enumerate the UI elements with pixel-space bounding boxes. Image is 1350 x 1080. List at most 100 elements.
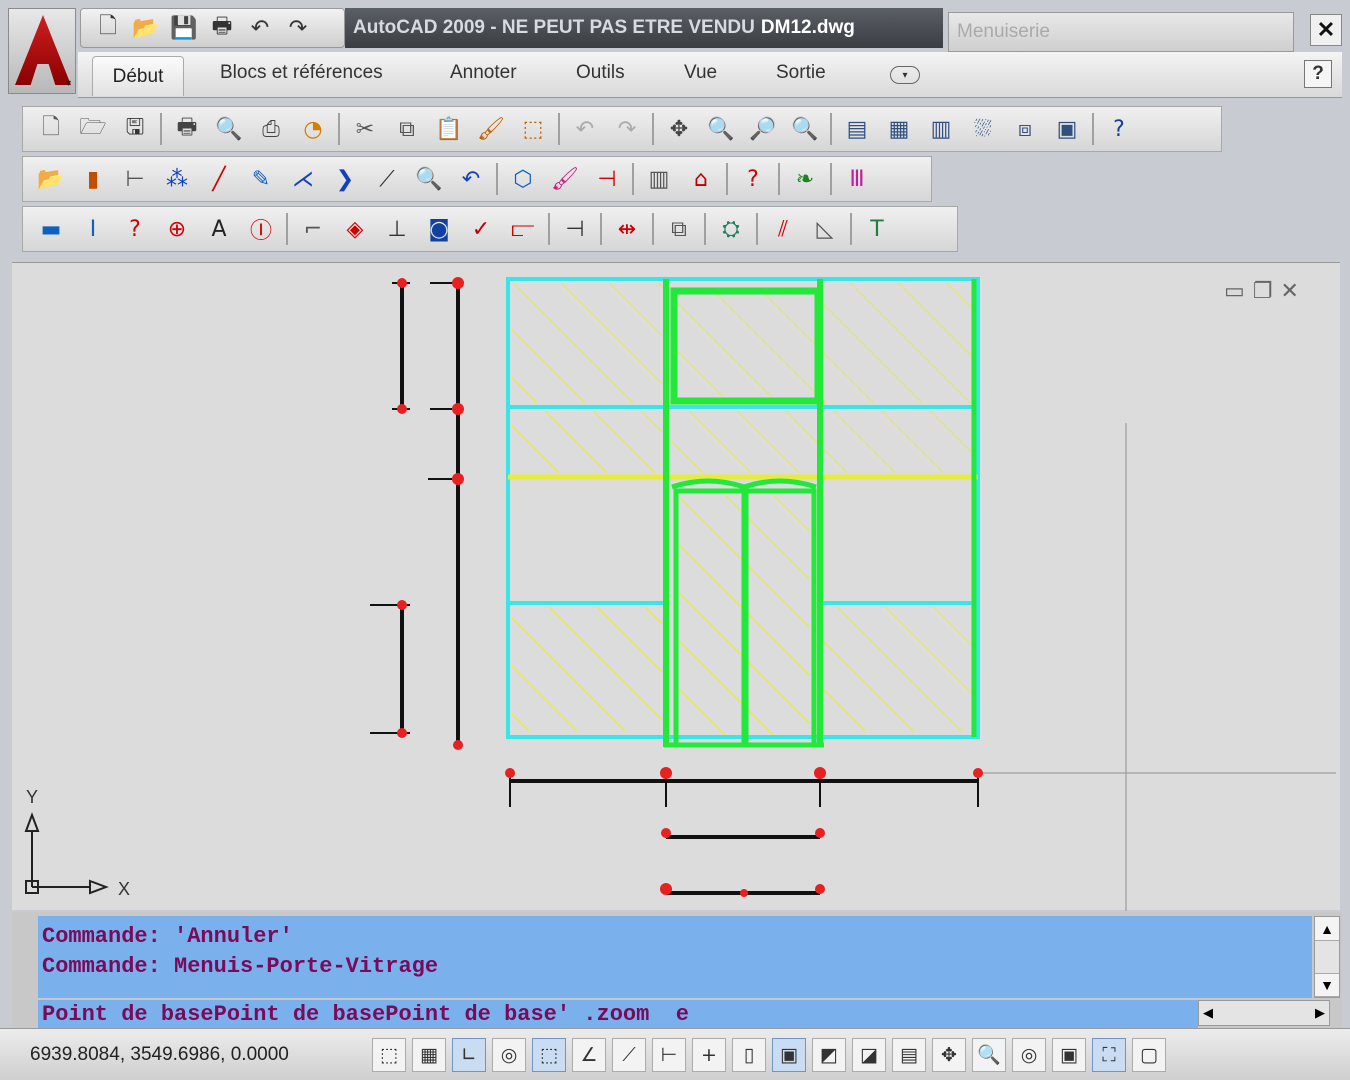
tab-blocs-references[interactable]: Blocs et références [220, 62, 383, 84]
markup-icon[interactable]: ⧈ [1005, 110, 1045, 148]
layout2-button[interactable]: ◪ [852, 1037, 886, 1072]
tag-icon[interactable]: ◙ [419, 210, 459, 248]
help-button[interactable]: ? [1304, 60, 1332, 88]
zoom-window-icon[interactable]: 🔎 [743, 110, 783, 148]
command-input[interactable]: Point de basePoint de basePoint de base'… [38, 1000, 1198, 1028]
showmotion-button[interactable]: ▣ [1052, 1037, 1086, 1072]
corner-icon[interactable]: ⌐ [293, 210, 333, 248]
open-folder-icon[interactable]: 📂 [31, 160, 71, 198]
redo-icon[interactable]: ↷ [607, 110, 647, 148]
rotate-icon[interactable]: ↶ [451, 160, 491, 198]
cut-icon[interactable]: ✂ [345, 110, 385, 148]
frame-icon[interactable]: ▥ [639, 160, 679, 198]
close-button[interactable]: ✕ [1310, 14, 1342, 46]
new-icon[interactable]: 🗋 [91, 13, 125, 43]
close-drawing-icon[interactable]: ✕ [1281, 279, 1299, 304]
undo-icon[interactable]: ↶ [565, 110, 605, 148]
print-icon[interactable]: 🖶 [205, 13, 239, 43]
pan-button[interactable]: ✥ [932, 1037, 966, 1072]
coordinate-readout[interactable]: 6939.8084, 3549.6986, 0.0000 [0, 1044, 372, 1066]
open-icon[interactable]: 🗁 [73, 110, 113, 148]
layout-button[interactable]: ◩ [812, 1037, 846, 1072]
3d-osnap-button[interactable]: ∠ [572, 1037, 606, 1072]
tab-debut[interactable]: Début [92, 56, 184, 96]
t-profile-icon[interactable]: T [857, 210, 897, 248]
nodes-icon[interactable]: ⁂ [157, 160, 197, 198]
check-edit-icon[interactable]: ✓ [461, 210, 501, 248]
publish-icon[interactable]: ⎙ [251, 110, 291, 148]
insert-icon[interactable]: ⊣ [555, 210, 595, 248]
export-icon[interactable]: ⛭ [711, 210, 751, 248]
application-menu-button[interactable]: ▾ [8, 8, 76, 94]
3d-dwf-icon[interactable]: ◔ [293, 110, 333, 148]
split-icon[interactable]: ⇹ [607, 210, 647, 248]
properties-icon[interactable]: ▤ [837, 110, 877, 148]
model-button[interactable]: ▣ [772, 1037, 806, 1072]
angle-icon[interactable]: ⋌ [283, 160, 323, 198]
zoom-button[interactable]: 🔍 [972, 1037, 1006, 1072]
door-icon[interactable]: ⫽ [763, 210, 803, 248]
ducs-button[interactable]: ⊢ [652, 1037, 686, 1072]
wood-panel-icon[interactable]: ▮ [73, 160, 113, 198]
plot-preview-icon[interactable]: 🔍 [209, 110, 249, 148]
tool-palettes-icon[interactable]: ▥ [921, 110, 961, 148]
pan-icon[interactable]: ✥ [659, 110, 699, 148]
command-vertical-scrollbar[interactable]: ▲ ▼ [1314, 916, 1340, 998]
restore-icon[interactable]: ❐ [1253, 279, 1273, 304]
tab-sortie[interactable]: Sortie [776, 62, 826, 84]
grid-button[interactable]: ▦ [412, 1037, 446, 1072]
target-icon[interactable]: ⊕ [157, 210, 197, 248]
copy-pages-icon[interactable]: ⧉ [659, 210, 699, 248]
workspace-selector[interactable]: Menuiserie [948, 12, 1294, 52]
text-icon[interactable]: A [199, 210, 239, 248]
group-icon[interactable]: ⬡ [503, 160, 543, 198]
fullscreen-button[interactable]: ▢ [1132, 1037, 1166, 1072]
paste-icon[interactable]: 📋 [429, 110, 469, 148]
zoom-previous-icon[interactable]: 🔍 [785, 110, 825, 148]
tab-vue[interactable]: Vue [684, 62, 717, 84]
diamond-icon[interactable]: ◈ [335, 210, 375, 248]
undo-icon[interactable]: ↶ [243, 13, 277, 43]
tab-annoter[interactable]: Annoter [450, 62, 517, 84]
polar-button[interactable]: ◎ [492, 1037, 526, 1072]
annotation-button[interactable]: ⛶ [1092, 1037, 1126, 1072]
quickview-button[interactable]: ▤ [892, 1037, 926, 1072]
redo-icon[interactable]: ↷ [281, 13, 315, 43]
auto-icon[interactable]: ⊥ [377, 210, 417, 248]
help-icon[interactable]: ? [1099, 110, 1139, 148]
otrack-button[interactable]: ⟋ [612, 1037, 646, 1072]
ortho-button[interactable]: ∟ [452, 1037, 486, 1072]
tab-outils[interactable]: Outils [576, 62, 625, 84]
sheet-set-icon[interactable]: ⛆ [963, 110, 1003, 148]
open-icon[interactable]: 📂 [129, 13, 163, 43]
calculator-icon[interactable]: ▣ [1047, 110, 1087, 148]
chevron-icon[interactable]: ❯ [325, 160, 365, 198]
snap-button[interactable]: ⬚ [372, 1037, 406, 1072]
command-horizontal-scrollbar[interactable]: ◀ ▶ [1198, 1000, 1330, 1026]
leaf-icon[interactable]: ❧ [785, 160, 825, 198]
save-icon[interactable]: 💾 [167, 13, 201, 43]
pencil-icon[interactable]: ✎ [241, 160, 281, 198]
design-center-icon[interactable]: ▦ [879, 110, 919, 148]
lweight-button[interactable]: ▯ [732, 1037, 766, 1072]
i-frame-icon[interactable]: Ⓘ [241, 210, 281, 248]
question-icon[interactable]: ? [115, 210, 155, 248]
ribbon-minimize-toggle[interactable]: ▾ [890, 66, 920, 84]
osnap-button[interactable]: ⬚ [532, 1037, 566, 1072]
save-icon[interactable]: 🖫 [115, 110, 155, 148]
diagonal-icon[interactable]: ⟋ [367, 160, 407, 198]
panel-icon[interactable]: ▬ [31, 210, 71, 248]
comb-icon[interactable]: Ⅲ [837, 160, 877, 198]
copy-icon[interactable]: ⧉ [387, 110, 427, 148]
minimize-icon[interactable]: ▭ [1224, 279, 1245, 304]
paint-icon[interactable]: 🖌 [545, 160, 585, 198]
match-properties-icon[interactable]: 🖌 [471, 110, 511, 148]
line-icon[interactable]: ╱ [199, 160, 239, 198]
zoom-realtime-icon[interactable]: 🔍 [701, 110, 741, 148]
block-editor-icon[interactable]: ⬚ [513, 110, 553, 148]
bracket-icon[interactable]: ⫍ [503, 210, 543, 248]
dyn-button[interactable]: + [692, 1037, 726, 1072]
question-x-icon[interactable]: ? [733, 160, 773, 198]
steering-button[interactable]: ◎ [1012, 1037, 1046, 1072]
profile-icon[interactable]: ⊢ [115, 160, 155, 198]
